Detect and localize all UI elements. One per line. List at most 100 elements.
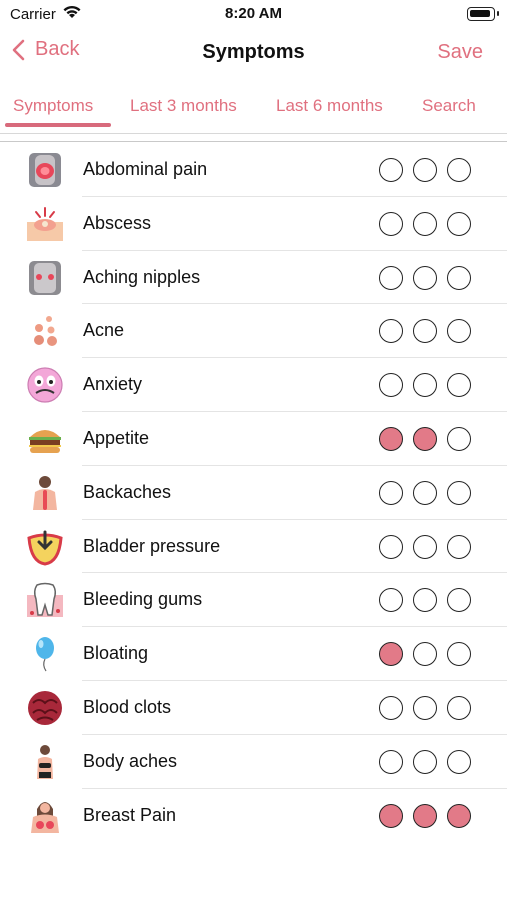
- severity-dot-3[interactable]: [447, 803, 471, 828]
- severity-dot-1[interactable]: [379, 695, 403, 720]
- page-title: Symptoms: [202, 41, 305, 63]
- severity-dot-1[interactable]: [379, 211, 403, 236]
- tab-search[interactable]: Search: [422, 96, 476, 116]
- severity-selector: [379, 642, 481, 667]
- symptom-row[interactable]: Aching nipples: [0, 251, 507, 305]
- severity-dot-2[interactable]: [413, 158, 437, 182]
- anxious-face-icon: [25, 366, 65, 404]
- severity-dot-2[interactable]: [413, 749, 437, 774]
- severity-dot-1[interactable]: [379, 480, 403, 505]
- severity-selector: [379, 426, 481, 451]
- symptom-label: Abscess: [83, 212, 152, 233]
- blood-clot-icon: [25, 689, 65, 727]
- tooth-icon: [25, 581, 65, 619]
- back-icon: [25, 474, 65, 512]
- tab-last-6-months[interactable]: Last 6 months: [276, 96, 383, 116]
- severity-dot-2[interactable]: [413, 803, 437, 828]
- severity-dot-2[interactable]: [413, 319, 437, 344]
- severity-dot-1[interactable]: [379, 803, 403, 828]
- symptom-label: Anxiety: [83, 374, 143, 395]
- symptom-label: Bleeding gums: [83, 589, 203, 610]
- symptom-label: Breast Pain: [83, 804, 177, 825]
- symptom-label: Bladder pressure: [83, 535, 221, 556]
- tab-bar: Symptoms Last 3 months Last 6 months Sea…: [0, 86, 507, 130]
- symptom-row[interactable]: Abdominal pain: [0, 143, 507, 197]
- divider: [0, 141, 507, 142]
- severity-dot-2[interactable]: [413, 588, 437, 613]
- symptom-list: Abdominal pain Abscess Aching nipples Acne A…: [0, 143, 507, 842]
- burger-icon: [25, 420, 65, 458]
- tab-last-3-months[interactable]: Last 3 months: [130, 96, 237, 116]
- severity-dot-3[interactable]: [447, 265, 471, 290]
- severity-selector: [379, 158, 481, 182]
- severity-dot-3[interactable]: [447, 211, 471, 236]
- symptom-row[interactable]: Breast Pain: [0, 789, 507, 843]
- severity-dot-2[interactable]: [413, 695, 437, 720]
- severity-dot-2[interactable]: [413, 211, 437, 236]
- symptom-label: Backaches: [83, 481, 172, 502]
- navigation-bar: Back Symptoms Save: [0, 30, 507, 76]
- breast-icon: [25, 797, 65, 835]
- severity-dot-3[interactable]: [447, 588, 471, 613]
- severity-dot-2[interactable]: [413, 426, 437, 451]
- severity-dot-2[interactable]: [413, 265, 437, 290]
- severity-dot-1[interactable]: [379, 265, 403, 290]
- symptom-row[interactable]: Acne: [0, 304, 507, 359]
- severity-dot-1[interactable]: [379, 158, 403, 182]
- symptom-row[interactable]: Anxiety: [0, 358, 507, 412]
- severity-selector: [379, 803, 481, 828]
- status-time: 8:20 AM: [225, 5, 282, 22]
- symptom-row[interactable]: Blood clots: [0, 681, 507, 735]
- severity-dot-2[interactable]: [413, 642, 437, 667]
- severity-dot-1[interactable]: [379, 534, 403, 559]
- bladder-icon: [25, 528, 65, 566]
- abscess-icon: [25, 205, 65, 243]
- tab-symptoms[interactable]: Symptoms: [13, 96, 93, 116]
- severity-selector: [379, 695, 481, 720]
- save-button[interactable]: Save: [437, 41, 483, 64]
- severity-dot-1[interactable]: [379, 426, 403, 451]
- symptom-label: Aching nipples: [83, 266, 201, 287]
- severity-dot-3[interactable]: [447, 426, 471, 451]
- acne-icon: [25, 312, 65, 350]
- symptom-row[interactable]: Bleeding gums: [0, 573, 507, 628]
- balloon-icon: [25, 635, 65, 673]
- severity-dot-2[interactable]: [413, 480, 437, 505]
- abdomen-icon: [25, 151, 65, 189]
- severity-dot-1[interactable]: [379, 749, 403, 774]
- severity-selector: [379, 534, 481, 559]
- symptom-row[interactable]: Bloating: [0, 627, 507, 681]
- symptom-row[interactable]: Abscess: [0, 197, 507, 251]
- symptom-row[interactable]: Backaches: [0, 466, 507, 520]
- symptom-label: Abdominal pain: [83, 159, 208, 179]
- severity-dot-3[interactable]: [447, 642, 471, 667]
- divider: [0, 133, 507, 134]
- severity-dot-3[interactable]: [447, 534, 471, 559]
- severity-dot-1[interactable]: [379, 642, 403, 667]
- symptom-row[interactable]: Bladder pressure: [0, 520, 507, 574]
- active-tab-indicator: [5, 123, 111, 127]
- severity-selector: [379, 480, 481, 505]
- severity-dot-3[interactable]: [447, 749, 471, 774]
- severity-dot-3[interactable]: [447, 695, 471, 720]
- severity-dot-1[interactable]: [379, 588, 403, 613]
- symptom-row[interactable]: Body aches: [0, 735, 507, 789]
- severity-dot-3[interactable]: [447, 319, 471, 344]
- chest-icon: [25, 259, 65, 297]
- severity-dot-2[interactable]: [413, 373, 437, 398]
- symptom-label: Bloating: [83, 643, 149, 664]
- severity-selector: [379, 373, 481, 398]
- severity-dot-2[interactable]: [413, 534, 437, 559]
- severity-selector: [379, 211, 481, 236]
- severity-dot-3[interactable]: [447, 480, 471, 505]
- severity-dot-1[interactable]: [379, 319, 403, 344]
- symptom-label: Acne: [83, 320, 125, 341]
- symptom-row[interactable]: Appetite: [0, 412, 507, 466]
- severity-dot-3[interactable]: [447, 158, 471, 182]
- severity-selector: [379, 319, 481, 344]
- severity-selector: [379, 749, 481, 774]
- symptom-label: Blood clots: [83, 696, 172, 717]
- severity-dot-3[interactable]: [447, 373, 471, 398]
- symptom-label: Appetite: [83, 427, 150, 448]
- severity-dot-1[interactable]: [379, 373, 403, 398]
